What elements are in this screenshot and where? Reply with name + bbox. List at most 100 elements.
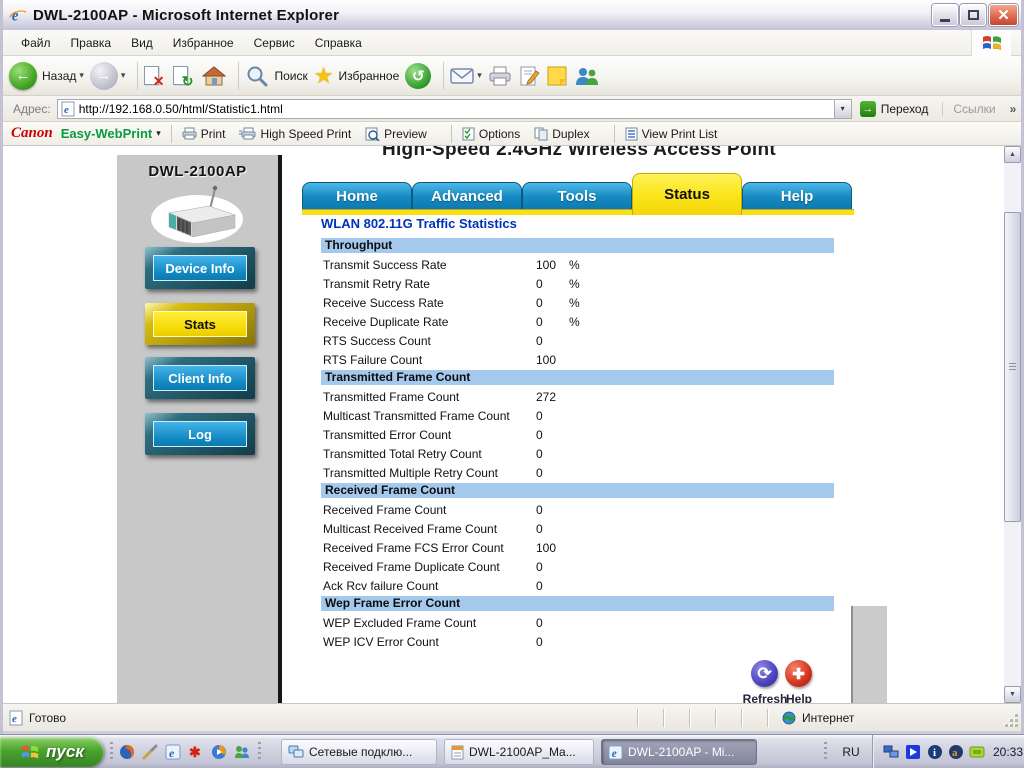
messenger-button[interactable]	[574, 65, 600, 87]
mail-dropdown-icon[interactable]: ▾	[477, 70, 482, 81]
menu-help[interactable]: Справка	[305, 32, 372, 54]
sidebar-button-stats[interactable]: Stats	[145, 303, 255, 345]
tab-home[interactable]: Home	[302, 182, 412, 209]
edit-button[interactable]	[518, 65, 540, 87]
resize-grip[interactable]	[1005, 714, 1018, 727]
canon-high-speed-print-button[interactable]: High Speed Print	[239, 127, 351, 141]
address-bar: Адрес: e ▾ → Переход Ссылки »	[3, 96, 1021, 122]
maximize-icon	[968, 10, 979, 20]
page-viewport: High-Speed 2.4GHz Wireless Access Point …	[3, 146, 1021, 703]
tab-help[interactable]: Help	[742, 182, 852, 209]
scrollbar-grip	[1009, 363, 1016, 371]
tab-advanced[interactable]: Advanced	[412, 182, 522, 209]
go-arrow-icon: →	[860, 101, 876, 117]
sidebar-button-label: Log	[188, 427, 212, 442]
tray-volume-icon[interactable]	[969, 744, 985, 760]
menu-tools[interactable]: Сервис	[244, 32, 305, 54]
mail-button[interactable]: ▾	[450, 67, 482, 85]
canon-options-button[interactable]: Options	[462, 127, 520, 141]
address-dropdown-icon[interactable]: ▾	[834, 100, 851, 118]
internet-explorer-icon: e	[608, 745, 623, 760]
history-icon: ↺	[405, 63, 431, 89]
page-help-button[interactable]: ✚	[785, 660, 812, 687]
menu-edit[interactable]: Правка	[61, 32, 122, 54]
canon-preview-button[interactable]: Preview	[365, 127, 427, 141]
close-button[interactable]: ✕	[989, 4, 1018, 26]
address-input[interactable]	[79, 101, 851, 117]
page-banner-title: High-Speed 2.4GHz Wireless Access Point	[299, 146, 859, 161]
forward-dropdown-icon[interactable]: ▾	[121, 70, 126, 81]
history-button[interactable]: ↺	[405, 63, 431, 89]
start-button[interactable]: пуск	[0, 737, 104, 767]
links-chevron-icon[interactable]: »	[1010, 102, 1017, 116]
tray-network-icon[interactable]	[883, 744, 899, 760]
quick-launch-grip[interactable]	[110, 742, 113, 762]
sidebar-divider	[278, 155, 282, 703]
forward-button[interactable]: → ▾	[90, 62, 126, 90]
back-button[interactable]: ← Назад ▾	[9, 62, 84, 90]
sidebar-button-client-info[interactable]: Client Info	[145, 357, 255, 399]
stat-value: 0	[536, 407, 543, 426]
refresh-button[interactable]: ↻	[173, 66, 188, 85]
stat-label: WEP ICV Error Count	[323, 633, 439, 652]
easy-webprint-menu[interactable]: Easy-WebPrint	[61, 126, 153, 141]
minimize-button[interactable]	[932, 4, 958, 26]
stat-label: Received Frame FCS Error Count	[323, 539, 504, 558]
page-help-label: Help	[779, 692, 819, 703]
language-indicator[interactable]: RU	[836, 742, 866, 762]
links-bar[interactable]: Ссылки »	[942, 102, 1016, 116]
vertical-scrollbar[interactable]: ▲ ▼	[1004, 146, 1021, 703]
print-button[interactable]	[488, 65, 512, 87]
stat-label: Multicast Transmitted Frame Count	[323, 407, 510, 426]
sidebar-button-device-info[interactable]: Device Info	[145, 247, 255, 289]
refresh-icon: ↻	[173, 66, 188, 85]
quick-launch-media-player-icon[interactable]	[210, 743, 228, 761]
page-refresh-button[interactable]: ⟳	[751, 660, 778, 687]
favorites-button[interactable]: ★ Избранное	[314, 65, 400, 87]
taskbar-clock[interactable]: 20:33	[993, 745, 1023, 759]
menu-file[interactable]: Файл	[11, 32, 61, 54]
task-button-dwl-browser[interactable]: e DWL-2100AP - Mi...	[601, 739, 757, 765]
tab-status[interactable]: Status	[632, 173, 742, 215]
stop-button[interactable]: ✕	[144, 66, 159, 85]
go-label: Переход	[881, 102, 929, 116]
quick-launch-firefox-icon[interactable]	[118, 743, 136, 761]
taskbar-grip[interactable]	[258, 742, 261, 762]
task-button-dwl-manual[interactable]: DWL-2100AP_Ma...	[444, 739, 594, 765]
address-label: Адрес:	[7, 102, 57, 116]
tab-tools[interactable]: Tools	[522, 182, 632, 209]
menu-favorites[interactable]: Избранное	[163, 32, 244, 54]
quick-launch-splat-icon[interactable]: ✱	[187, 743, 205, 761]
quick-launch-messenger-icon[interactable]	[233, 743, 251, 761]
canon-view-print-list-button[interactable]: View Print List	[625, 127, 718, 141]
tray-info-icon[interactable]: i	[927, 744, 943, 760]
maximize-button[interactable]	[960, 4, 986, 26]
discuss-button[interactable]	[546, 65, 568, 87]
scroll-up-button[interactable]: ▲	[1004, 146, 1021, 163]
search-button[interactable]: Поиск	[245, 64, 307, 88]
table-row: Transmit Success Rate 100 %	[321, 256, 834, 275]
scrollbar-thumb[interactable]	[1004, 212, 1021, 522]
quick-launch-ie-icon[interactable]: e	[164, 743, 182, 761]
taskbar-grip[interactable]	[824, 742, 827, 762]
scroll-down-button[interactable]: ▼	[1004, 686, 1021, 703]
webprint-dropdown-icon[interactable]: ▾	[156, 128, 161, 139]
back-dropdown-icon[interactable]: ▾	[79, 70, 84, 81]
canon-print-button[interactable]: Print	[182, 127, 226, 141]
svg-text:e: e	[612, 748, 617, 760]
tray-agent-icon[interactable]: a	[948, 744, 964, 760]
back-label: Назад	[42, 69, 76, 83]
sidebar-button-log[interactable]: Log	[145, 413, 255, 455]
canon-separator	[451, 125, 452, 143]
home-button[interactable]	[202, 65, 226, 87]
task-button-network-connections[interactable]: Сетевые подклю...	[281, 739, 437, 765]
go-button[interactable]: → Переход	[860, 101, 929, 117]
address-input-wrap: e ▾	[57, 99, 852, 119]
svg-text:e: e	[169, 746, 175, 760]
menu-view[interactable]: Вид	[121, 32, 163, 54]
canon-duplex-button[interactable]: Duplex	[534, 127, 589, 141]
quick-launch-paintbrush-icon[interactable]	[141, 743, 159, 761]
tray-play-icon[interactable]	[905, 744, 921, 760]
stat-unit: %	[569, 256, 580, 275]
tab-label: Status	[664, 186, 710, 203]
